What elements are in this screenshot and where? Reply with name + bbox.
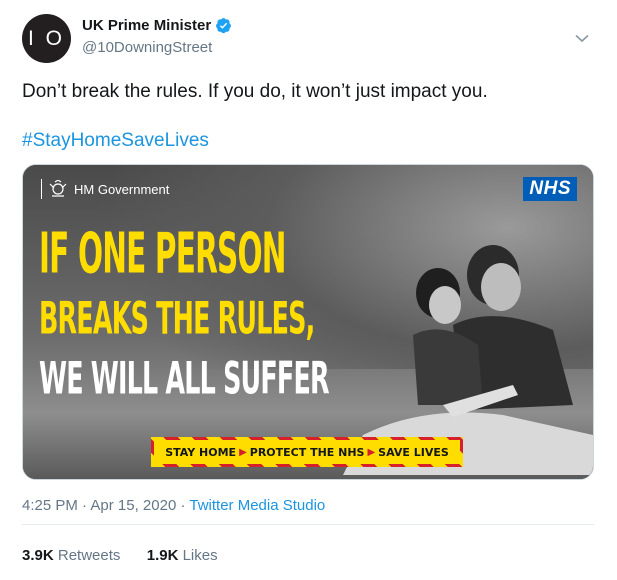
tweet-text: Don’t break the rules. If you do, it won…: [22, 81, 488, 102]
retweets-label: Retweets: [57, 547, 121, 564]
tweet-time[interactable]: 4:25 PM: [22, 497, 78, 514]
strip-arrow-icon: ▶: [367, 446, 376, 458]
author-name[interactable]: UK Prime Minister: [82, 17, 211, 34]
tweet-date[interactable]: Apr 15, 2020: [90, 497, 176, 514]
headline-line-3: WE WILL ALL SUFFER: [39, 353, 330, 406]
retweets-stat[interactable]: 3.9K Retweets: [22, 547, 120, 564]
hm-government-logo: HM Government: [41, 179, 169, 199]
royal-crest-icon: [49, 180, 67, 197]
author-handle[interactable]: @10DowningStreet: [82, 39, 212, 56]
headline-line-2: BREAKS THE RULES,: [39, 293, 315, 346]
chevron-down-icon[interactable]: [574, 30, 590, 46]
campaign-strip-text: STAY HOME ▶ PROTECT THE NHS ▶ SAVE LIVES: [154, 440, 460, 464]
tweet-media-image[interactable]: HM Government NHS IF ONE PERSON BREAKS T…: [22, 164, 594, 480]
tweet-meta: 4:25 PM · Apr 15, 2020 · Twitter Media S…: [22, 497, 325, 514]
nhs-logo: NHS: [523, 177, 577, 201]
meta-separator: ·: [82, 497, 88, 514]
logo-divider: [41, 179, 42, 199]
divider: [22, 524, 594, 525]
likes-label: Likes: [182, 547, 218, 564]
tweet-source-link[interactable]: Twitter Media Studio: [189, 497, 325, 514]
meta-separator: ·: [180, 497, 186, 514]
author-name-row[interactable]: UK Prime Minister: [82, 17, 232, 34]
likes-count: 1.9K: [146, 547, 179, 564]
strip-stay-home: STAY HOME: [165, 445, 237, 459]
strip-arrow-icon: ▶: [239, 446, 247, 458]
campaign-strip: STAY HOME ▶ PROTECT THE NHS ▶ SAVE LIVES: [151, 437, 463, 467]
avatar[interactable]: I O: [22, 14, 71, 63]
retweets-count: 3.9K: [22, 547, 54, 564]
tweet-stats: 3.9K Retweets 1.9K Likes: [22, 547, 218, 564]
strip-protect-nhs: PROTECT THE NHS: [249, 445, 365, 459]
gov-label: HM Government: [74, 181, 170, 197]
likes-stat[interactable]: 1.9K Likes: [147, 547, 218, 564]
strip-save-lives: SAVE LIVES: [378, 445, 449, 459]
headline-line-1: IF ONE PERSON: [39, 223, 286, 287]
verified-badge-icon: [216, 18, 232, 34]
tweet-header: I O UK Prime Minister @10DowningStreet: [22, 14, 598, 64]
hashtag-link[interactable]: #StayHomeSaveLives: [22, 130, 209, 152]
